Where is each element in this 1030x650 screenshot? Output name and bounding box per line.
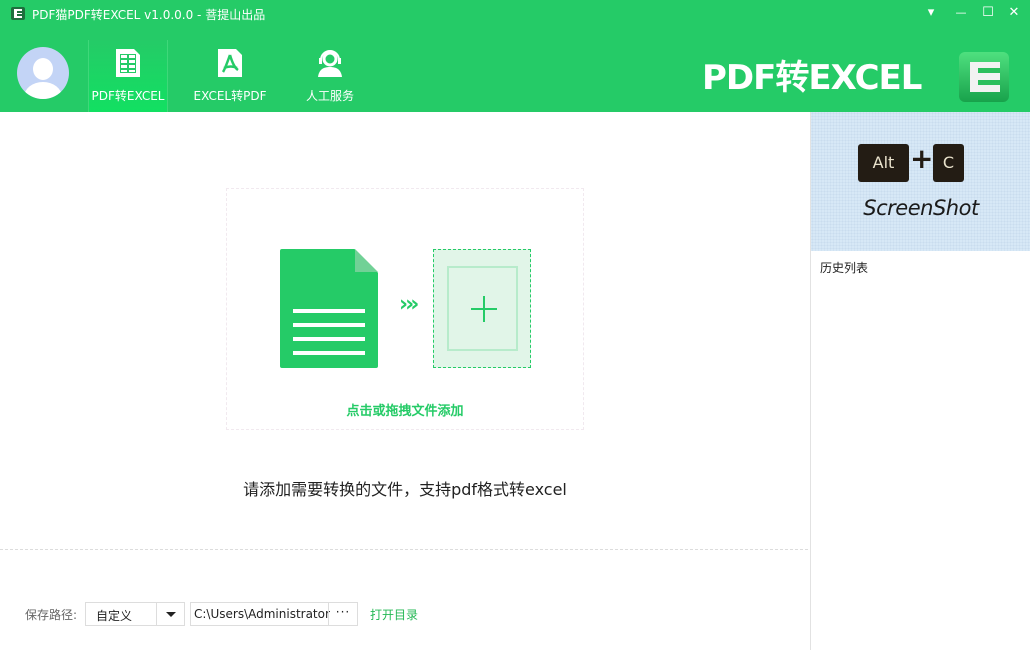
app-window: PDF猫PDF转EXCEL v1.0.0.0 - 菩提山出品 ▾ — ☐ ✕ P… <box>0 0 1030 650</box>
screenshot-shortcut-banner[interactable]: Alt + C ScreenShot <box>811 112 1030 251</box>
divider <box>0 549 808 550</box>
open-directory-link[interactable]: 打开目录 <box>370 606 418 623</box>
instruction-text: 请添加需要转换的文件，支持pdf格式转excel <box>243 480 567 499</box>
header: PDF猫PDF转EXCEL v1.0.0.0 - 菩提山出品 ▾ — ☐ ✕ P… <box>0 0 1030 112</box>
document-line <box>293 337 365 341</box>
tab-label: EXCEL转PDF <box>193 89 267 103</box>
spreadsheet-icon <box>116 49 140 77</box>
save-mode-value: 自定义 <box>96 609 133 623</box>
save-path-field[interactable]: ··· <box>190 602 358 626</box>
main-panel: ›» 点击或拖拽文件添加 请添加需要转换的文件，支持pdf格式转excel 保存… <box>0 112 810 650</box>
browse-button[interactable]: ··· <box>328 603 357 625</box>
plus-icon-vertical <box>483 296 485 322</box>
tab-human-service[interactable]: 人工服务 <box>290 40 370 112</box>
history-list-title: 历史列表 <box>820 261 869 275</box>
sidebar: Alt + C ScreenShot 历史列表 <box>810 112 1030 650</box>
document-line <box>293 309 365 313</box>
support-headset-icon <box>318 50 342 77</box>
save-path-label: 保存路径: <box>25 608 78 622</box>
chevron-down-icon[interactable] <box>156 603 184 625</box>
avatar-head <box>33 58 53 80</box>
arrow-right-icon: ›» <box>399 292 419 317</box>
menu-dropdown-button[interactable]: ▾ <box>921 4 941 22</box>
minimize-button[interactable]: — <box>951 4 971 22</box>
excel-e-glyph <box>970 62 1000 92</box>
pdf-icon <box>218 49 242 77</box>
c-key-icon: C <box>933 144 964 182</box>
close-button[interactable]: ✕ <box>1004 4 1024 22</box>
window-title: PDF猫PDF转EXCEL v1.0.0.0 - 菩提山出品 <box>32 8 266 22</box>
document-line <box>293 351 365 355</box>
avatar-body <box>24 82 62 99</box>
user-avatar[interactable] <box>17 47 69 99</box>
title-bar: PDF猫PDF转EXCEL v1.0.0.0 - 菩提山出品 ▾ — ☐ ✕ <box>0 0 1030 28</box>
tab-label: PDF转EXCEL <box>91 89 165 103</box>
add-file-inner <box>447 266 518 351</box>
file-drop-zone[interactable]: ›» 点击或拖拽文件添加 <box>226 188 584 430</box>
screenshot-caption: ScreenShot <box>863 196 979 220</box>
excel-logo-icon <box>959 52 1009 102</box>
save-path-input[interactable] <box>194 605 330 623</box>
drop-hint-text: 点击或拖拽文件添加 <box>346 404 464 419</box>
save-mode-select[interactable]: 自定义 <box>85 602 185 626</box>
brand-title: PDF转EXCEL <box>702 58 922 98</box>
document-fold <box>355 249 378 272</box>
add-file-button[interactable] <box>433 249 531 368</box>
maximize-button[interactable]: ☐ <box>978 4 998 22</box>
tab-pdf-to-excel[interactable]: PDF转EXCEL <box>88 40 168 112</box>
alt-key-icon: Alt <box>858 144 909 182</box>
tab-excel-to-pdf[interactable]: EXCEL转PDF <box>190 40 270 112</box>
app-logo-icon <box>11 7 25 20</box>
tab-label: 人工服务 <box>305 89 354 103</box>
plus-sign: + <box>910 142 934 175</box>
document-line <box>293 323 365 327</box>
